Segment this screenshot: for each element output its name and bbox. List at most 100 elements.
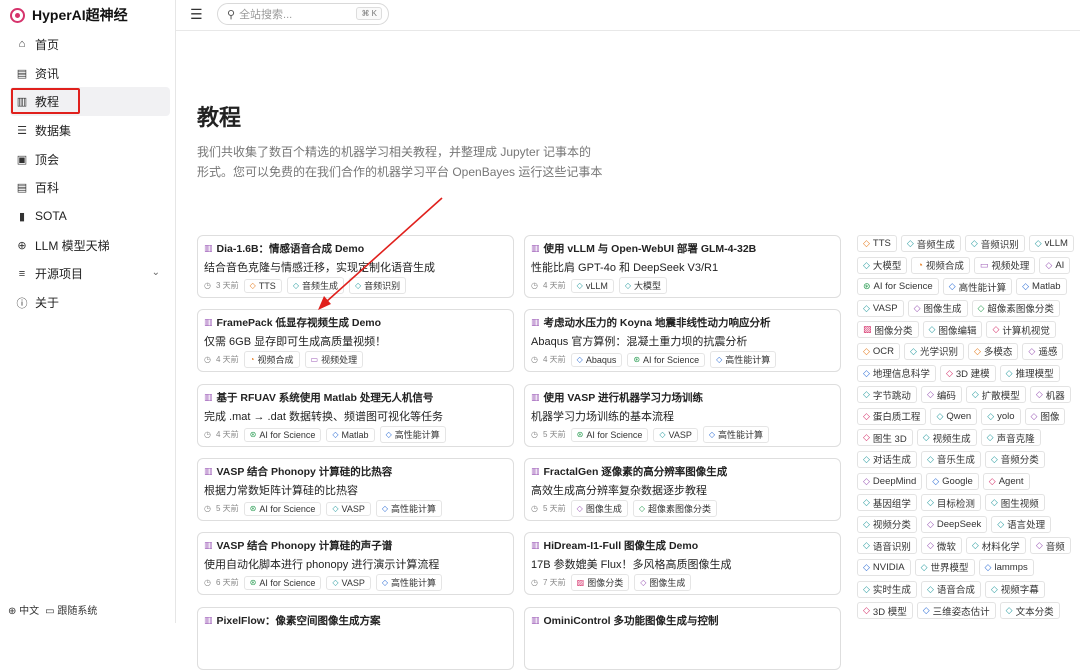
tag-cloud-item[interactable]: ◇ VASP bbox=[857, 299, 904, 317]
card-tag[interactable]: ◇ VASP bbox=[326, 501, 371, 516]
tag-cloud-item[interactable]: ◇ 文本分类 bbox=[999, 602, 1060, 620]
tag-cloud-item[interactable]: ◇ 音乐生成 bbox=[920, 450, 981, 468]
tag-cloud-item[interactable]: ◇ DeepSeek bbox=[920, 515, 988, 533]
sidebar-item-wiki[interactable]: ▤ 百科 bbox=[10, 173, 170, 202]
tag-cloud-item[interactable]: ◇ 微软 bbox=[920, 537, 962, 555]
card-tag[interactable]: ◇ Abaqus bbox=[570, 352, 623, 367]
tag-cloud-item[interactable]: ◇ 3D 模型 bbox=[857, 602, 913, 620]
tag-cloud-item[interactable]: ◇ 推理模型 bbox=[999, 364, 1060, 382]
card-tag[interactable]: ◇ TTS bbox=[243, 278, 282, 293]
tag-cloud-item[interactable]: ◇ 实时生成 bbox=[857, 580, 917, 598]
language-switch[interactable]: ⊕ 中文 bbox=[8, 602, 39, 617]
brand[interactable]: HyperAI超神经 bbox=[10, 5, 128, 25]
tag-cloud-item[interactable]: ◇ 高性能计算 bbox=[942, 278, 1013, 296]
tag-cloud-item[interactable]: ◇ 计算机视觉 bbox=[986, 321, 1056, 339]
card-tag[interactable]: ◇ VASP bbox=[653, 427, 698, 442]
card-tag[interactable]: ◇ 图像生成 bbox=[570, 500, 628, 517]
tag-cloud-item[interactable]: ◇ TTS bbox=[857, 235, 897, 252]
tutorial-card[interactable]: ▥ Dia-1.6B：情感语音合成 Demo 结合音色克隆与情感迁移，实现定制化语音… bbox=[197, 235, 514, 298]
card-tag[interactable]: ◇ 高性能计算 bbox=[375, 500, 443, 517]
chevron-down-icon[interactable]: ⌄ bbox=[152, 267, 160, 278]
tag-cloud-item[interactable]: ◇ 世界模型 bbox=[914, 558, 975, 576]
search-input[interactable]: ⚲ 全站搜索... ⌘ K bbox=[217, 3, 389, 25]
card-tag[interactable]: ▨ 图像分类 bbox=[570, 574, 630, 591]
tag-cloud-item[interactable]: ◇ 地理信息科学 bbox=[857, 364, 936, 382]
tag-cloud-item[interactable]: ◇ Qwen bbox=[930, 407, 978, 425]
tag-cloud-item[interactable]: ◇ 音频 bbox=[1029, 537, 1071, 555]
sidebar-item-open-source[interactable]: ≡ 开源项目 ⌄ bbox=[10, 260, 170, 289]
card-tag[interactable]: ◔ 视频合成 bbox=[243, 351, 300, 368]
tag-cloud-item[interactable]: ⊛ AI for Science bbox=[857, 278, 939, 296]
tag-cloud-item[interactable]: ◇ 超像素图像分类 bbox=[971, 299, 1060, 317]
tag-cloud-item[interactable]: ◇ 视频字幕 bbox=[984, 580, 1045, 598]
card-tag[interactable]: ⊛ AI for Science bbox=[627, 352, 706, 367]
tag-cloud-item[interactable]: ◇ 图生视频 bbox=[984, 494, 1045, 512]
tag-cloud-item[interactable]: ▭ 视频处理 bbox=[973, 256, 1036, 274]
tag-cloud-item[interactable]: ◇ AI bbox=[1039, 256, 1071, 274]
sidebar-item-conferences[interactable]: ▣ 顶会 bbox=[10, 145, 170, 174]
card-tag[interactable]: ◇ 高性能计算 bbox=[702, 426, 770, 443]
card-tag[interactable]: ⊛ AI for Science bbox=[243, 501, 322, 516]
sidebar-item-llm-leaderboard[interactable]: ⊕ LLM 模型天梯 bbox=[10, 231, 170, 260]
tag-cloud-item[interactable]: ◇ Agent bbox=[982, 472, 1030, 490]
card-title[interactable]: ▥ PixelFlow：像素空间图像生成方案 bbox=[204, 613, 507, 628]
card-tag[interactable]: ◇ 图像生成 bbox=[634, 574, 692, 591]
card-tag[interactable]: ◇ vLLM bbox=[570, 278, 614, 293]
sidebar-item-datasets[interactable]: ☰ 数据集 bbox=[10, 116, 170, 145]
card-title[interactable]: ▥ VASP 结合 Phonopy 计算硅的比热容 bbox=[204, 464, 507, 479]
theme-switch[interactable]: ▭ 跟随系统 bbox=[45, 602, 97, 617]
tutorial-card[interactable]: ▥ FractalGen 逐像素的高分辨率图像生成 高效生成高分辨率复杂数据逐步教程… bbox=[524, 458, 841, 521]
tag-cloud-item[interactable]: ◇ 音频识别 bbox=[964, 235, 1025, 252]
tag-cloud-item[interactable]: ◇ vLLM bbox=[1028, 235, 1074, 252]
card-title[interactable]: ▥ 基于 RFUAV 系统使用 Matlab 处理无人机信号 bbox=[204, 390, 507, 405]
tag-cloud-item[interactable]: ◇ 目标检测 bbox=[920, 494, 981, 512]
card-title[interactable]: ▥ FramePack 低显存视频生成 Demo bbox=[204, 315, 507, 330]
card-tag[interactable]: ▭ 视频处理 bbox=[304, 351, 364, 368]
tag-cloud-item[interactable]: ◔ 视频合成 bbox=[911, 256, 970, 274]
tag-cloud-item[interactable]: ◇ 机器 bbox=[1029, 386, 1071, 404]
tag-cloud-item[interactable]: ◇ Google bbox=[926, 472, 979, 490]
sidebar-item-tutorials[interactable]: ▥ 教程 bbox=[10, 87, 170, 117]
tag-cloud-item[interactable]: ◇ yolo bbox=[981, 407, 1021, 425]
card-tag[interactable]: ◇ 高性能计算 bbox=[710, 351, 777, 368]
tutorial-card[interactable]: ▥ VASP 结合 Phonopy 计算硅的比热容 根据力常数矩阵计算硅的比热容 ◷ 5… bbox=[197, 458, 514, 521]
tag-cloud-item[interactable]: ◇ 语音识别 bbox=[857, 537, 917, 555]
tutorial-card[interactable]: ▥ VASP 结合 Phonopy 计算硅的声子谱 使用自动化脚本进行 phonop… bbox=[197, 532, 514, 595]
sidebar-item-news[interactable]: ▤ 资讯 bbox=[10, 59, 170, 88]
card-title[interactable]: ▥ Dia-1.6B：情感语音合成 Demo bbox=[204, 241, 507, 256]
sidebar-item-sota[interactable]: ▮ SOTA bbox=[10, 202, 170, 231]
tag-cloud-item[interactable]: ◇ 多模态 bbox=[967, 342, 1019, 360]
tag-cloud-item[interactable]: ◇ 字节跳动 bbox=[857, 386, 917, 404]
tag-cloud-item[interactable]: ◇ 蛋白质工程 bbox=[857, 407, 927, 425]
tag-cloud-item[interactable]: ◇ DeepMind bbox=[857, 472, 923, 490]
card-tag[interactable]: ◇ VASP bbox=[326, 575, 371, 590]
card-tag[interactable]: ◇ 超像素图像分类 bbox=[632, 500, 717, 517]
tutorial-card[interactable]: ▥ OminiControl 多功能图像生成与控制 bbox=[524, 607, 841, 670]
tag-cloud-item[interactable]: ◇ 视频分类 bbox=[857, 515, 917, 533]
card-tag[interactable]: ◇ Matlab bbox=[326, 427, 375, 442]
tag-cloud-item[interactable]: ◇ 3D 建模 bbox=[939, 364, 996, 382]
tutorial-card[interactable]: ▥ 使用 VASP 进行机器学习力场训练 机器学习力场训练的基本流程 ◷ 5 天前 ⊛ AI… bbox=[524, 384, 841, 447]
tag-cloud-item[interactable]: ▨ 图像分类 bbox=[857, 321, 919, 339]
tag-cloud-item[interactable]: ◇ 图像编辑 bbox=[922, 321, 983, 339]
tag-cloud-item[interactable]: ◇ OCR bbox=[857, 342, 901, 360]
tutorial-card[interactable]: ▥ 使用 vLLM 与 Open-WebUI 部署 GLM-4-32B 性能比肩 G… bbox=[524, 235, 841, 298]
tag-cloud-item[interactable]: ◇ 三维姿态估计 bbox=[916, 602, 996, 620]
tag-cloud-item[interactable]: ◇ 语音合成 bbox=[920, 580, 981, 598]
tag-cloud-item[interactable]: ◇ 扩散模型 bbox=[965, 386, 1026, 404]
card-tag[interactable]: ◇ 高性能计算 bbox=[379, 426, 446, 443]
tag-cloud-item[interactable]: ◇ 音频生成 bbox=[900, 235, 961, 252]
tag-cloud-item[interactable]: ◇ 材料化学 bbox=[965, 537, 1026, 555]
tag-cloud-item[interactable]: ◇ 大模型 bbox=[857, 256, 908, 274]
card-title[interactable]: ▥ 使用 VASP 进行机器学习力场训练 bbox=[531, 390, 834, 405]
tag-cloud-item[interactable]: ◇ 图像生成 bbox=[907, 299, 968, 317]
tag-cloud-item[interactable]: ◇ 图生 3D bbox=[857, 429, 913, 447]
card-title[interactable]: ▥ 使用 vLLM 与 Open-WebUI 部署 GLM-4-32B bbox=[531, 241, 834, 256]
card-tag[interactable]: ⊛ AI for Science bbox=[243, 575, 322, 590]
card-tag[interactable]: ◇ 高性能计算 bbox=[375, 574, 443, 591]
card-tag[interactable]: ◇ 大模型 bbox=[618, 277, 667, 294]
hamburger-menu-icon[interactable]: ☰ bbox=[190, 6, 203, 23]
tag-cloud-item[interactable]: ◇ 对话生成 bbox=[857, 450, 917, 468]
sidebar-item-home[interactable]: ⌂ 首页 bbox=[10, 30, 170, 59]
sidebar-item-about[interactable]: ⓘ 关于 bbox=[10, 288, 170, 317]
